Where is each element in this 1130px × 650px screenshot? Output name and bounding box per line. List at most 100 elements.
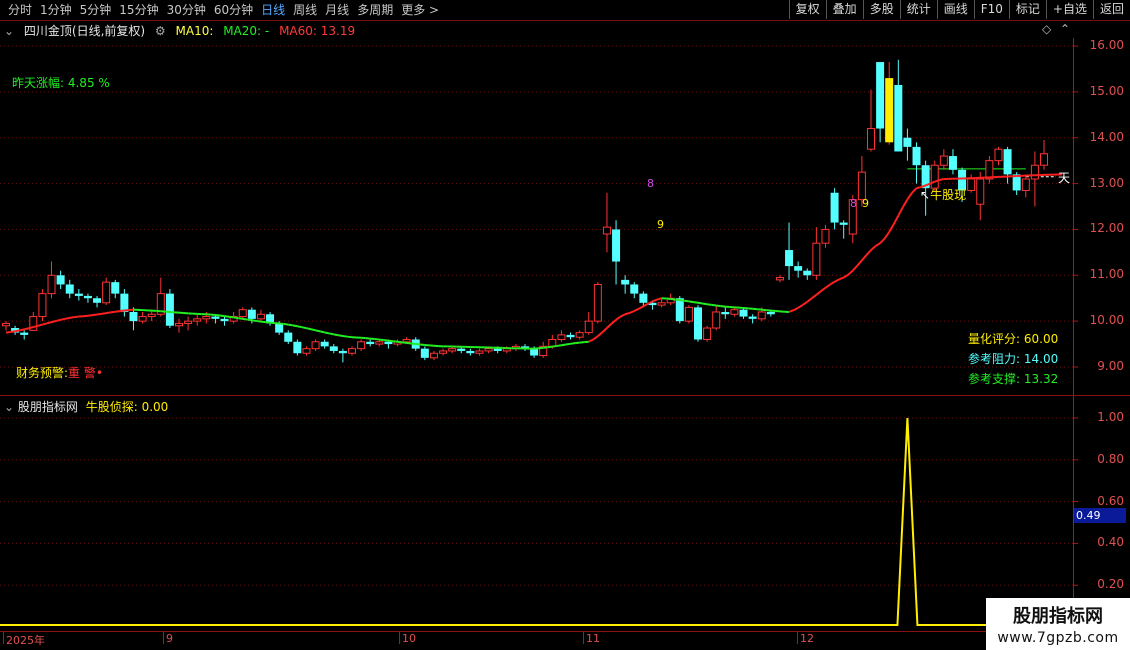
- ma60-segment: [301, 326, 307, 330]
- price-tick-label: 10.00: [1089, 313, 1124, 328]
- collapse-icon[interactable]: ⌃: [1060, 22, 1070, 36]
- diamond-icon[interactable]: ◇: [1042, 22, 1051, 36]
- ma20-label: MA20: -: [223, 24, 270, 38]
- candle: [821, 224, 830, 248]
- period-tab-6[interactable]: 日线: [257, 2, 289, 18]
- candle-body: [165, 293, 174, 326]
- indicator-tick-label: 0.20: [1097, 577, 1124, 592]
- period-tab-5[interactable]: 60分钟: [210, 2, 257, 18]
- indicator-line: [0, 417, 1073, 626]
- period-tab-1[interactable]: 1分钟: [36, 2, 76, 18]
- candle-body: [484, 348, 493, 352]
- period-tabs: 分时 1分钟 5分钟 15分钟 30分钟 60分钟 日线 周线 月线 多周期 更多 >: [4, 2, 443, 18]
- candle-body: [621, 279, 630, 285]
- candle-body: [730, 309, 739, 315]
- candle-body: [83, 295, 92, 299]
- candle-body: [375, 341, 384, 345]
- period-tab-10[interactable]: 更多 >: [397, 2, 443, 18]
- ma60-segment: [815, 290, 822, 296]
- candle: [1040, 140, 1048, 170]
- candle-body: [566, 334, 575, 338]
- settings-icon[interactable]: ⚙: [155, 24, 166, 38]
- toolbar-button-6[interactable]: 标记: [1008, 0, 1046, 19]
- candle-body: [284, 332, 293, 342]
- ma60-segment: [319, 330, 325, 334]
- candle: [38, 289, 47, 322]
- toolbar-button-8[interactable]: 返回: [1092, 0, 1130, 19]
- candle: [83, 293, 92, 303]
- ma60-segment: [260, 320, 266, 324]
- candle-body: [794, 266, 803, 271]
- candle: [748, 314, 757, 324]
- toolbar-button-7[interactable]: +自选: [1045, 0, 1093, 19]
- ma60-segment: [256, 319, 262, 323]
- ma60-segment: [861, 254, 868, 262]
- ma60-segment: [902, 198, 909, 208]
- ma60-segment: [852, 265, 859, 272]
- toolbar-button-4[interactable]: 画线: [936, 0, 974, 19]
- candle: [329, 344, 338, 354]
- period-tab-2[interactable]: 5分钟: [76, 2, 116, 18]
- candle-body: [220, 318, 229, 322]
- period-tab-3[interactable]: 15分钟: [115, 2, 162, 18]
- candle-body: [575, 332, 584, 338]
- period-tab-4[interactable]: 30分钟: [163, 2, 210, 18]
- candle: [612, 220, 621, 285]
- ma60-segment: [233, 316, 239, 320]
- candle: [775, 275, 784, 283]
- candle-body: [65, 284, 74, 294]
- ma60-segment: [106, 311, 111, 315]
- candle-body: [420, 348, 429, 358]
- candle: [566, 332, 575, 340]
- ma60-segment: [333, 333, 339, 337]
- toolbar-button-5[interactable]: F10: [973, 0, 1009, 19]
- candle-body: [175, 322, 183, 327]
- ma60-segment: [615, 315, 622, 321]
- indicator-tick-label: 1.00: [1097, 410, 1124, 424]
- candle: [557, 330, 566, 342]
- chevron-down-icon[interactable]: ⌄: [4, 24, 14, 38]
- candle-body: [439, 350, 448, 354]
- ma60-segment: [228, 315, 234, 319]
- support: 参考支撑: 13.32: [968, 372, 1059, 386]
- candle: [994, 146, 1003, 166]
- period-tab-0[interactable]: 分时: [4, 2, 36, 18]
- ma60-segment: [570, 342, 576, 345]
- candle-body: [757, 311, 766, 320]
- date-tick: [399, 632, 400, 644]
- period-tab-8[interactable]: 月线: [321, 2, 353, 18]
- ma60-segment: [406, 341, 412, 345]
- ma60-segment: [706, 303, 712, 306]
- period-tab-9[interactable]: 多周期: [353, 2, 397, 18]
- candle-body: [111, 282, 120, 294]
- toolbar-button-3[interactable]: 统计: [899, 0, 937, 19]
- ma60-segment: [897, 206, 904, 217]
- candle: [238, 307, 247, 319]
- ma60-segment: [838, 276, 845, 281]
- ma60-segment: [92, 313, 98, 317]
- period-tab-7[interactable]: 周线: [289, 2, 321, 18]
- toolbar-button-2[interactable]: 多股: [862, 0, 900, 19]
- price-tick-label: 11.00: [1089, 267, 1124, 282]
- candlestick-chart[interactable]: [0, 38, 1130, 396]
- toolbar-button-1[interactable]: 叠加: [825, 0, 863, 19]
- candle: [293, 339, 302, 356]
- candle-body: [247, 309, 256, 319]
- candle-body: [56, 275, 65, 285]
- candle-body: [20, 332, 29, 335]
- indicator-chart[interactable]: [0, 396, 1130, 632]
- ma60-segment: [292, 324, 298, 328]
- candle: [694, 305, 702, 342]
- candle-body: [138, 316, 147, 322]
- ma60-segment: [324, 331, 330, 335]
- toolbar-button-0[interactable]: 复权: [788, 0, 826, 19]
- candle-body: [293, 341, 302, 354]
- candle-body: [1003, 149, 1012, 175]
- candle-body: [857, 171, 866, 201]
- ma60-segment: [642, 302, 649, 308]
- candle-body: [466, 350, 475, 354]
- candle-body: [1040, 153, 1048, 166]
- ma60-segment: [870, 245, 877, 251]
- ma60-segment: [624, 311, 630, 316]
- candle: [894, 59, 903, 152]
